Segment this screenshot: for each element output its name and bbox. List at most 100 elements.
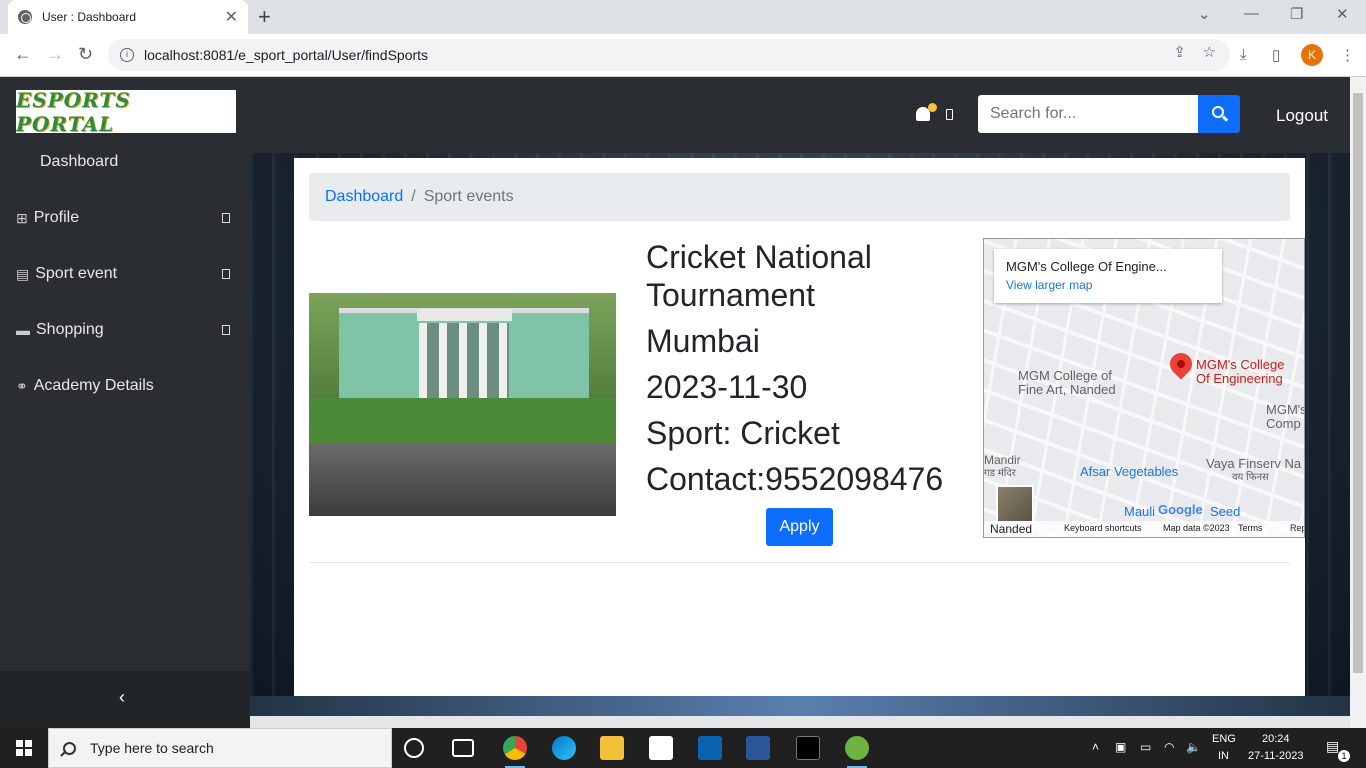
menu-icon[interactable]: ⋮ — [1340, 46, 1355, 64]
breadcrumb-current: Sport events — [423, 188, 514, 205]
apply-button[interactable]: Apply — [766, 508, 833, 546]
sidebar-item-label: Sport event — [35, 265, 118, 282]
map-data-text: Map data ©2023 — [1163, 523, 1230, 533]
tab-close-icon[interactable]: ✕ — [225, 7, 238, 27]
notification-center-icon[interactable]: ▤ — [1326, 738, 1339, 755]
expand-icon — [222, 213, 230, 223]
edge-icon[interactable] — [552, 736, 576, 760]
file-explorer-icon[interactable] — [600, 736, 624, 760]
notification-count: 1 — [1338, 750, 1350, 762]
device-icon[interactable]: ▣ — [1115, 740, 1126, 754]
language-region: IN — [1218, 750, 1229, 762]
search-button[interactable] — [1198, 95, 1240, 133]
sidebar-item-academy-details[interactable]: ⚭ Academy Details — [16, 377, 154, 395]
map-satellite-toggle[interactable] — [996, 485, 1034, 523]
map-label: Comp — [1266, 416, 1301, 431]
clock-time[interactable]: 20:24 — [1262, 733, 1290, 745]
page-scrollbar[interactable] — [1350, 77, 1366, 728]
sidebar-item-label: Shopping — [36, 321, 104, 338]
map-label: MGM's College — [1196, 357, 1285, 372]
map-label: MGM's — [1266, 402, 1305, 417]
map-label: Of Engineering — [1196, 371, 1283, 386]
sitemap-icon: ⊞ — [16, 209, 28, 226]
map-label: Nanded — [990, 522, 1033, 536]
mail-icon[interactable] — [698, 736, 722, 760]
mobile-icon[interactable] — [946, 109, 953, 120]
volume-icon[interactable]: 🔈 — [1186, 740, 1201, 754]
reload-button[interactable]: ↻ — [78, 44, 93, 65]
spring-tool-icon[interactable] — [845, 736, 869, 768]
profile-avatar[interactable]: K — [1301, 44, 1323, 66]
map-label: Mauli — [1124, 504, 1156, 519]
bookmark-star-icon[interactable]: ☆ — [1203, 43, 1216, 61]
taskbar-search[interactable]: Type here to search — [48, 728, 392, 768]
web-page: ESPORTS PORTAL Logout Dashboard ⊞ Profil… — [0, 77, 1350, 728]
keyboard-shortcuts-link[interactable]: Keyboard shortcuts — [1064, 523, 1142, 533]
google-logo: Google — [1158, 502, 1203, 517]
store-icon[interactable] — [649, 736, 673, 760]
cortana-icon[interactable] — [404, 738, 424, 758]
bell-icon[interactable] — [916, 103, 937, 121]
browser-tab-bar: User : Dashboard ✕ + ⌄ — ❐ ✕ — [0, 0, 1366, 34]
view-larger-map-link[interactable]: View larger map — [1006, 278, 1210, 292]
search-icon — [63, 741, 76, 755]
scrollbar-thumb[interactable] — [1353, 93, 1363, 673]
map-label: Vaya Finserv Na — [1206, 456, 1302, 471]
site-logo[interactable]: ESPORTS PORTAL — [16, 90, 236, 133]
breadcrumb-dashboard-link[interactable]: Dashboard — [325, 188, 403, 206]
windows-start-icon[interactable] — [16, 740, 32, 756]
sidebar-item-label: Profile — [33, 209, 80, 226]
sidebar-item-profile[interactable]: ⊞ Profile — [16, 209, 230, 227]
taskbar-search-text: Type here to search — [90, 740, 214, 756]
site-info-icon[interactable]: i — [120, 48, 134, 62]
battery-icon[interactable]: ▭ — [1140, 740, 1151, 754]
terms-link[interactable]: Terms — [1238, 523, 1263, 533]
browser-tab[interactable]: User : Dashboard ✕ — [8, 0, 248, 34]
chevron-up-icon[interactable]: ˄ — [1092, 740, 1099, 754]
map-label: Seed — [1210, 504, 1241, 519]
map-label: गड मंदिर — [984, 468, 1016, 479]
report-link[interactable]: Rep — [1290, 523, 1304, 533]
bag-icon: ▬ — [16, 322, 30, 338]
stadium-track — [250, 696, 1350, 716]
share-icon[interactable]: ⇪ — [1173, 43, 1186, 61]
language-indicator[interactable]: ENG — [1212, 733, 1236, 745]
tab-search-icon[interactable]: ⌄ — [1198, 5, 1211, 23]
breadcrumb-separator: / — [411, 188, 416, 205]
forward-button[interactable]: → — [46, 44, 64, 65]
sidebar-item-sport-event[interactable]: ▤ Sport event — [16, 265, 230, 283]
windows-taskbar: Type here to search ˄ ▣ ▭ ◠ 🔈 ENG IN 20:… — [0, 728, 1366, 768]
sidebar-item-dashboard[interactable]: Dashboard — [40, 153, 118, 171]
minimize-button[interactable]: — — [1244, 5, 1259, 22]
event-contact: Contact:9552098476 — [646, 461, 944, 497]
map-place-card: MGM's College Of Engine... View larger m… — [994, 249, 1222, 303]
globe-icon — [18, 10, 32, 24]
logout-link[interactable]: Logout — [1276, 106, 1328, 126]
url-text: localhost:8081/e_sport_portal/User/findS… — [144, 47, 429, 63]
side-panel-icon[interactable]: ▯ — [1272, 46, 1280, 64]
restore-button[interactable]: ❐ — [1290, 5, 1303, 23]
sidebar-toggle[interactable]: ‹ — [0, 671, 250, 728]
word-icon[interactable] — [746, 736, 770, 760]
sidebar: Dashboard ⊞ Profile ▤ Sport event ▬ Shop… — [0, 153, 250, 728]
embedded-map[interactable]: MGM's College Of Engine... View larger m… — [983, 238, 1305, 538]
new-tab-button[interactable]: + — [258, 4, 271, 30]
mysql-icon[interactable] — [796, 736, 820, 760]
sidebar-item-shopping[interactable]: ▬ Shopping — [16, 321, 230, 339]
download-icon[interactable]: ⤓ — [1240, 46, 1247, 63]
map-attribution: Nanded Keyboard shortcuts Map data ©2023… — [984, 521, 1304, 537]
browser-toolbar: ← → ↻ i localhost:8081/e_sport_portal/Us… — [0, 34, 1366, 77]
clock-date[interactable]: 27-11-2023 — [1248, 750, 1303, 762]
map-label: MGM College of — [1018, 368, 1112, 383]
event-details: Cricket National Tournament Mumbai 2023-… — [646, 238, 966, 506]
close-window-button[interactable]: ✕ — [1336, 5, 1349, 23]
wifi-icon[interactable]: ◠ — [1164, 740, 1174, 754]
task-view-icon[interactable] — [452, 739, 474, 757]
back-button[interactable]: ← — [14, 44, 32, 65]
top-navbar: ESPORTS PORTAL Logout — [0, 77, 1350, 153]
search-input[interactable] — [978, 95, 1198, 133]
chrome-icon[interactable] — [503, 736, 527, 768]
map-place-title: MGM's College Of Engine... — [1006, 259, 1167, 274]
address-bar[interactable]: i localhost:8081/e_sport_portal/User/fin… — [108, 39, 1230, 71]
breadcrumb: Dashboard / Sport events — [309, 173, 1290, 221]
